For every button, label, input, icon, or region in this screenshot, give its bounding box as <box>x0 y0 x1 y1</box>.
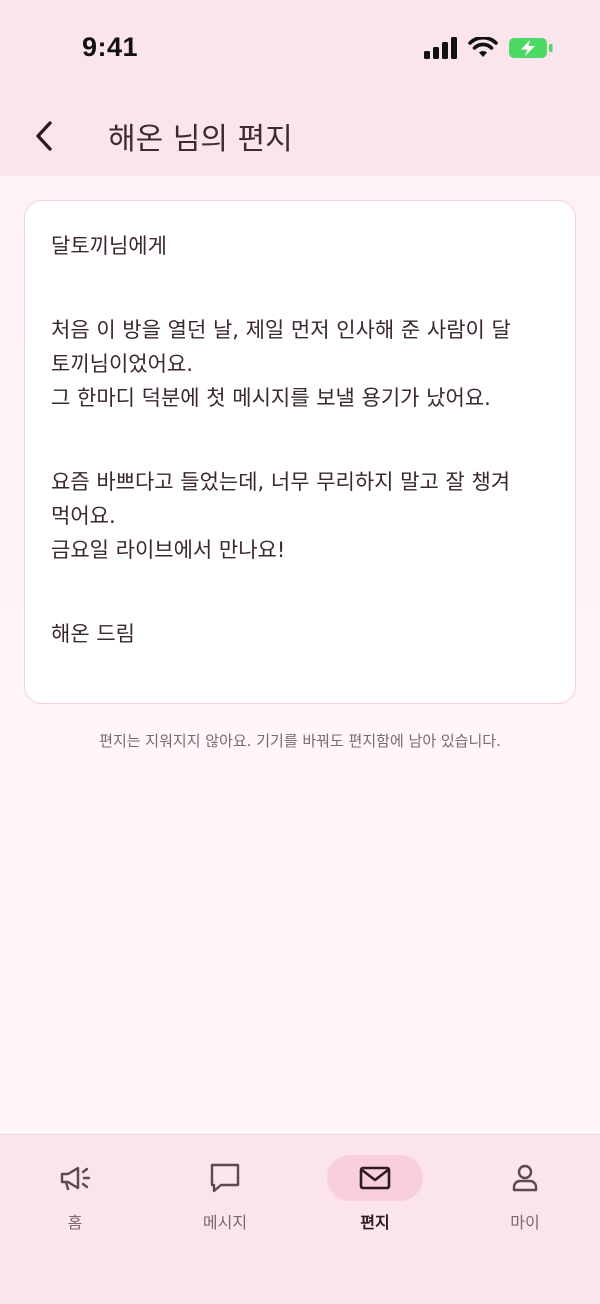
status-time: 9:41 <box>82 32 139 62</box>
envelope-icon <box>359 1166 391 1190</box>
wifi-icon <box>468 37 498 57</box>
page-title: 해온 님의 편지 <box>108 122 293 157</box>
battery-charging-icon <box>509 38 553 58</box>
cellular-signal-icon <box>424 37 457 59</box>
letter-line: 토끼님이었어요. <box>51 352 193 376</box>
letter-line: 먹어요. <box>51 504 116 528</box>
letter-line: 요즘 바쁘다고 들었는데, 너무 무리하지 말고 잘 챙겨 <box>51 470 511 494</box>
letter-signature: 해온 드림 <box>51 622 135 646</box>
tab-letters[interactable]: 편지 <box>325 1155 425 1235</box>
tab-label: 마이 <box>510 1213 540 1232</box>
letter-footnote: 편지는 지워지지 않아요. 기기를 바꿔도 편지함에 남아 있습니다. <box>99 732 501 750</box>
tab-label: 메시지 <box>202 1213 248 1232</box>
tab-label: 홈 <box>67 1213 83 1232</box>
tab-my[interactable]: 마이 <box>475 1155 575 1235</box>
tab-home[interactable]: 홈 <box>25 1155 125 1235</box>
back-button[interactable] <box>22 114 66 158</box>
person-icon <box>512 1164 538 1192</box>
app-header: 해온 님의 편지 <box>0 96 600 176</box>
tab-label: 편지 <box>360 1213 390 1232</box>
letter-line: 금요일 라이브에서 만나요! <box>51 538 286 562</box>
status-bar: 9:41 <box>0 0 600 96</box>
tab-messages[interactable]: 메시지 <box>175 1155 275 1235</box>
megaphone-icon <box>60 1166 91 1191</box>
chevron-left-icon <box>36 121 52 151</box>
bottom-tab-bar: 홈 메시지 편지 마이 <box>0 1134 600 1304</box>
letter-line: 그 한마디 덕분에 첫 메시지를 보낼 용기가 났어요. <box>51 386 491 410</box>
letter-line: 처음 이 방을 열던 날, 제일 먼저 인사해 준 사람이 달 <box>51 318 511 342</box>
letter-card: 달토끼님에게 처음 이 방을 열던 날, 제일 먼저 인사해 준 사람이 달 토… <box>24 200 576 704</box>
status-icons <box>424 36 554 60</box>
letter-greeting: 달토끼님에게 <box>51 234 167 258</box>
chat-bubble-icon <box>210 1163 240 1193</box>
